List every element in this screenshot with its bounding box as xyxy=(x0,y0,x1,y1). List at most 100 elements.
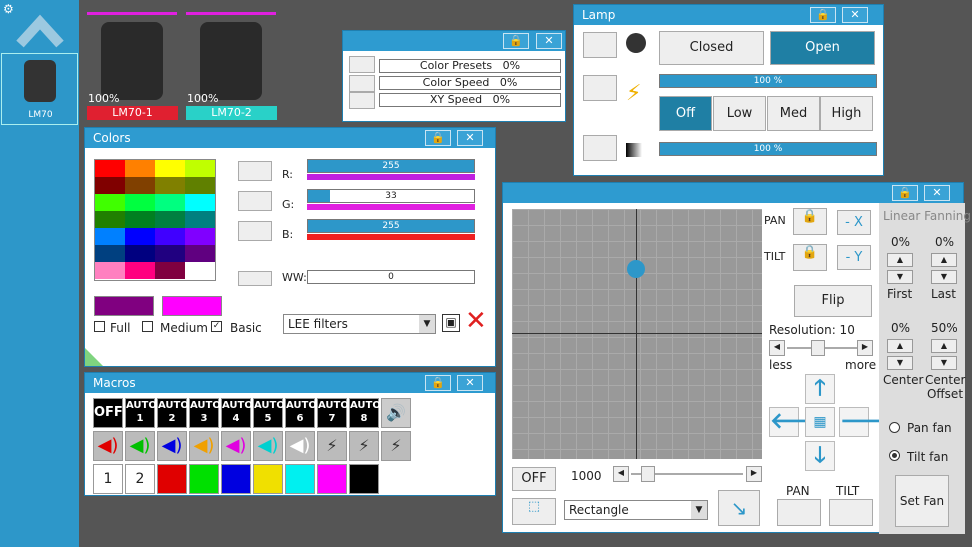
right-arrow-button[interactable]: 🡒 xyxy=(839,407,899,437)
close-button[interactable]: ✕ xyxy=(457,375,483,391)
grid-off-button[interactable]: OFF xyxy=(512,467,556,491)
med-button[interactable]: Med xyxy=(767,96,820,131)
macro-auto-3-button[interactable]: AUTO 3 xyxy=(189,398,221,428)
macro-number-2-button[interactable]: 2 xyxy=(125,464,155,494)
macro-auto-5-button[interactable]: AUTO 5 xyxy=(253,398,285,428)
closed-button[interactable]: Closed xyxy=(659,31,764,65)
sound-macro-button[interactable]: ◀) xyxy=(157,431,187,461)
lightning-macro-button[interactable]: ⚡ xyxy=(381,431,411,461)
fixture-tile-lm70[interactable]: LM70 xyxy=(1,53,78,125)
palette-swatch[interactable] xyxy=(185,194,215,211)
sound-macro-button[interactable]: ◀) xyxy=(221,431,251,461)
pan-fan-radio[interactable] xyxy=(889,422,900,433)
low-button[interactable]: Low xyxy=(713,96,766,131)
open-button[interactable]: Open xyxy=(770,31,875,65)
palette-swatch[interactable] xyxy=(155,245,185,262)
palette-swatch[interactable] xyxy=(125,177,155,194)
blue-button[interactable] xyxy=(238,221,272,241)
settings-icon[interactable]: ⚙ xyxy=(3,2,14,16)
palette-swatch[interactable] xyxy=(155,262,185,279)
palette-swatch[interactable] xyxy=(185,160,215,177)
shape-select[interactable]: Rectangle ▼ xyxy=(564,500,708,520)
palette-swatch[interactable] xyxy=(95,211,125,228)
palette-swatch[interactable] xyxy=(155,228,185,245)
left-arrow-button[interactable]: 🡐 xyxy=(769,407,829,437)
resolution-more-arrow[interactable]: ▶ xyxy=(857,340,873,356)
close-button[interactable]: ✕ xyxy=(842,7,868,23)
palette-swatch[interactable] xyxy=(125,194,155,211)
palette-swatch[interactable] xyxy=(125,245,155,262)
position-dot[interactable] xyxy=(627,260,645,278)
lightning-macro-button[interactable]: ⚡ xyxy=(349,431,379,461)
lock-icon[interactable]: 🔒 xyxy=(892,185,918,201)
flip-button[interactable]: Flip xyxy=(794,285,872,317)
high-button[interactable]: High xyxy=(820,96,873,131)
preset-button-2[interactable] xyxy=(349,75,375,92)
ww-button[interactable] xyxy=(238,271,272,286)
select-area-button[interactable]: ⬚ xyxy=(512,498,556,525)
fan-last-down[interactable]: ▼ xyxy=(931,270,957,284)
tilt-lock-button[interactable]: 🔒 xyxy=(793,244,827,271)
red-slider[interactable]: 255 xyxy=(307,159,475,173)
palette-swatch[interactable] xyxy=(185,177,215,194)
macro-color-button[interactable] xyxy=(189,464,219,494)
selected-swatch-1[interactable] xyxy=(94,296,154,316)
sound-macro-button[interactable]: ◀) xyxy=(285,431,315,461)
preset-button-3[interactable] xyxy=(349,92,375,109)
macro-auto-1-button[interactable]: AUTO 1 xyxy=(125,398,157,428)
full-checkbox[interactable] xyxy=(94,321,105,332)
delete-icon[interactable]: ✕ xyxy=(465,308,487,334)
save-icon[interactable]: ▣ xyxy=(442,314,460,332)
palette-swatch[interactable] xyxy=(95,177,125,194)
sound-macro-button[interactable]: ◀) xyxy=(125,431,155,461)
palette-swatch[interactable] xyxy=(95,194,125,211)
pan-lock-button[interactable]: 🔒 xyxy=(793,208,827,235)
selected-swatch-2[interactable] xyxy=(162,296,222,316)
palette-swatch[interactable] xyxy=(125,228,155,245)
sound-macro-button[interactable]: ◀) xyxy=(253,431,283,461)
off-button[interactable]: Off xyxy=(659,96,712,131)
preset-button-1[interactable] xyxy=(349,56,375,73)
fan-last-up[interactable]: ▲ xyxy=(931,253,957,267)
close-button[interactable]: ✕ xyxy=(457,130,483,146)
negate-x-button[interactable]: - X xyxy=(837,210,871,235)
basic-checkbox[interactable]: ✓ xyxy=(211,321,222,332)
pan-value-button[interactable] xyxy=(777,499,821,526)
color-presets-bar[interactable]: Color Presets 0% xyxy=(379,59,561,73)
palette-swatch[interactable] xyxy=(155,177,185,194)
fixture-lm70-1[interactable]: 100% LM70-1 xyxy=(87,12,179,122)
macro-color-button[interactable] xyxy=(157,464,187,494)
medium-checkbox[interactable] xyxy=(142,321,153,332)
tilt-value-button[interactable] xyxy=(829,499,873,526)
lightning-macro-button[interactable]: ⚡ xyxy=(317,431,347,461)
palette-swatch[interactable] xyxy=(155,160,185,177)
down-arrow-button[interactable]: 🡓 xyxy=(805,441,835,471)
macro-auto-7-button[interactable]: AUTO 7 xyxy=(317,398,349,428)
palette-swatch[interactable] xyxy=(185,228,215,245)
set-fan-button[interactable]: Set Fan xyxy=(895,475,949,527)
palette-swatch[interactable] xyxy=(155,194,185,211)
speed-slider[interactable] xyxy=(631,466,743,482)
up-arrow-button[interactable]: 🡑 xyxy=(805,374,835,404)
shape-apply-button[interactable]: ↘ xyxy=(718,490,760,526)
resolution-less-arrow[interactable]: ◀ xyxy=(769,340,785,356)
red-button[interactable] xyxy=(238,161,272,181)
ww-slider[interactable]: 0 xyxy=(307,270,475,284)
macro-auto-6-button[interactable]: AUTO 6 xyxy=(285,398,317,428)
negate-y-button[interactable]: - Y xyxy=(837,245,871,270)
sound-macro-button[interactable]: ◀) xyxy=(189,431,219,461)
blue-slider[interactable]: 255 xyxy=(307,219,475,233)
macro-color-button[interactable] xyxy=(285,464,315,494)
lock-icon[interactable]: 🔒 xyxy=(810,7,836,23)
fan-center-up[interactable]: ▲ xyxy=(887,339,913,353)
speaker-icon[interactable]: 🔊 xyxy=(381,398,411,428)
palette-swatch[interactable] xyxy=(125,211,155,228)
palette-swatch[interactable] xyxy=(125,262,155,279)
dimmer2-button[interactable] xyxy=(583,135,617,161)
chevron-up-icon[interactable] xyxy=(16,10,64,50)
macro-color-button[interactable] xyxy=(253,464,283,494)
macro-auto-8-button[interactable]: AUTO 8 xyxy=(349,398,381,428)
macro-auto-4-button[interactable]: AUTO 4 xyxy=(221,398,253,428)
palette-swatch[interactable] xyxy=(95,245,125,262)
palette-swatch[interactable] xyxy=(185,262,215,279)
